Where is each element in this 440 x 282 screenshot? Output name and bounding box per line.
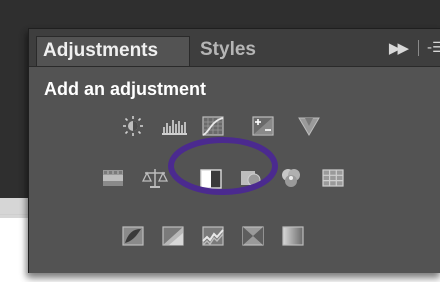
panel-controls: ▶▶ -☰ — [389, 35, 440, 61]
panel-heading: Add an adjustment — [44, 79, 207, 99]
channel-mixer-icon[interactable] — [279, 167, 303, 189]
threshold-icon[interactable] — [201, 225, 225, 247]
controls-separator — [418, 40, 419, 56]
selective-color-icon[interactable] — [241, 225, 265, 247]
screenshot-stage: Adjustments Styles ▶▶ -☰ Add an adjustme… — [0, 0, 440, 282]
curves-icon[interactable] — [201, 115, 225, 137]
panel-menu-icon[interactable]: -☰ — [427, 40, 440, 56]
panel-tab-bar: Adjustments Styles ▶▶ -☰ — [29, 29, 440, 67]
levels-icon[interactable] — [161, 115, 189, 137]
posterize-icon[interactable] — [161, 225, 185, 247]
invert-icon[interactable] — [121, 225, 145, 247]
color-balance-icon[interactable] — [141, 167, 169, 189]
color-lookup-icon[interactable] — [321, 167, 345, 189]
tab-styles[interactable]: Styles — [200, 36, 300, 66]
document-background-strip — [0, 198, 30, 218]
adjustments-panel: Adjustments Styles ▶▶ -☰ Add an adjustme… — [28, 28, 440, 273]
fast-forward-icon[interactable]: ▶▶ — [389, 39, 409, 57]
exposure-icon[interactable] — [251, 115, 275, 137]
gradient-map-icon[interactable] — [281, 225, 305, 247]
vibrance-icon[interactable] — [297, 115, 321, 137]
document-edge-line — [0, 214, 30, 215]
hue-saturation-icon[interactable] — [101, 167, 125, 189]
highlight-ring — [168, 137, 278, 195]
tab-adjustments[interactable]: Adjustments — [36, 36, 190, 66]
brightness-contrast-icon[interactable] — [121, 115, 145, 137]
